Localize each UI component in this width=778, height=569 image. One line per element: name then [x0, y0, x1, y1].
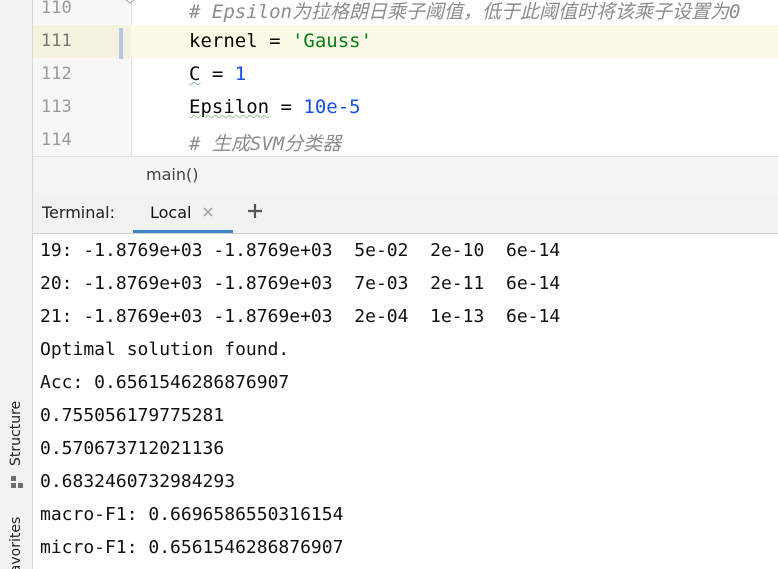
- code-operator: =: [269, 96, 304, 118]
- code-string: 'Gauss': [291, 30, 373, 52]
- gutter-cell: 111: [33, 25, 131, 58]
- terminal-line: 19: -1.8769e+03 -1.8769e+03 5e-02 2e-10 …: [40, 240, 561, 261]
- code-number: 1: [234, 63, 247, 85]
- terminal-output[interactable]: 19: -1.8769e+03 -1.8769e+03 5e-02 2e-10 …: [33, 234, 778, 569]
- breadcrumb-item-main[interactable]: main(): [146, 165, 198, 184]
- ide-window: Structure Favorites 110 # Epsilon为拉格朗日乘子…: [0, 0, 778, 569]
- gutter-cell: 114: [33, 124, 131, 156]
- code-comment: # Epsilon为拉格朗日乘子阈值，低于此阈值时将该乘子设置为0: [189, 1, 741, 23]
- change-marker: [119, 28, 123, 59]
- code-comment: # 生成SVM分类器: [189, 133, 342, 155]
- code-line[interactable]: 110 # Epsilon为拉格朗日乘子阈值，低于此阈值时将该乘子设置为0: [33, 0, 778, 25]
- gutter-cell: 112: [33, 58, 131, 91]
- code-editor[interactable]: 110 # Epsilon为拉格朗日乘子阈值，低于此阈值时将该乘子设置为0 11…: [33, 0, 778, 156]
- close-icon[interactable]: [201, 205, 215, 219]
- favorites-tool-tab[interactable]: Favorites: [8, 517, 24, 569]
- breadcrumb: main(): [33, 156, 778, 194]
- gutter-cell: 110: [33, 0, 131, 25]
- code-text: C = 1: [189, 63, 246, 85]
- line-number: 112: [41, 64, 72, 84]
- plus-icon[interactable]: [245, 201, 265, 221]
- structure-tool-tab[interactable]: Structure: [8, 401, 24, 466]
- code-operator: =: [200, 63, 235, 85]
- terminal-line: Optimal solution found.: [40, 339, 290, 360]
- terminal-line: 0.570673712021136: [40, 438, 225, 459]
- code-line[interactable]: 112 C = 1: [33, 58, 778, 91]
- structure-icon: [11, 476, 23, 488]
- terminal-line: 0.755056179775281: [40, 405, 225, 426]
- terminal-tab-local[interactable]: Local: [133, 193, 233, 233]
- code-identifier: kernel: [189, 30, 258, 52]
- code-identifier: Epsilon: [189, 96, 270, 118]
- terminal-tab-label: Local: [150, 203, 192, 222]
- line-number: 113: [41, 97, 72, 117]
- terminal-title: Terminal:: [42, 203, 116, 222]
- line-number: 111: [41, 31, 72, 51]
- code-number: 10e-5: [303, 96, 361, 118]
- terminal-line: micro-F1: 0.6561546286876907: [40, 537, 344, 558]
- code-identifier: C: [189, 63, 201, 85]
- terminal-line: macro-F1: 0.6696586550316154: [40, 504, 344, 525]
- code-text: Epsilon = 10e-5: [189, 96, 361, 118]
- gutter-cell: 113: [33, 91, 131, 124]
- terminal-line: 0.6832460732984293: [40, 471, 236, 492]
- terminal-line: 21: -1.8769e+03 -1.8769e+03 2e-04 1e-13 …: [40, 306, 561, 327]
- code-text: kernel = 'Gauss': [189, 30, 372, 52]
- fold-icon[interactable]: [125, 0, 135, 4]
- line-number: 114: [41, 130, 72, 150]
- terminal-line: Acc: 0.6561546286876907: [40, 372, 290, 393]
- code-line-current[interactable]: 111 kernel = 'Gauss': [33, 25, 778, 58]
- code-line[interactable]: 113 Epsilon = 10e-5: [33, 91, 778, 124]
- code-line[interactable]: 114 # 生成SVM分类器: [33, 124, 778, 156]
- left-tool-strip: Structure Favorites: [0, 0, 33, 569]
- code-operator: =: [257, 30, 292, 52]
- line-number: 110: [41, 0, 72, 18]
- terminal-line: 20: -1.8769e+03 -1.8769e+03 7e-03 2e-11 …: [40, 273, 561, 294]
- terminal-header: Terminal: Local: [33, 193, 778, 234]
